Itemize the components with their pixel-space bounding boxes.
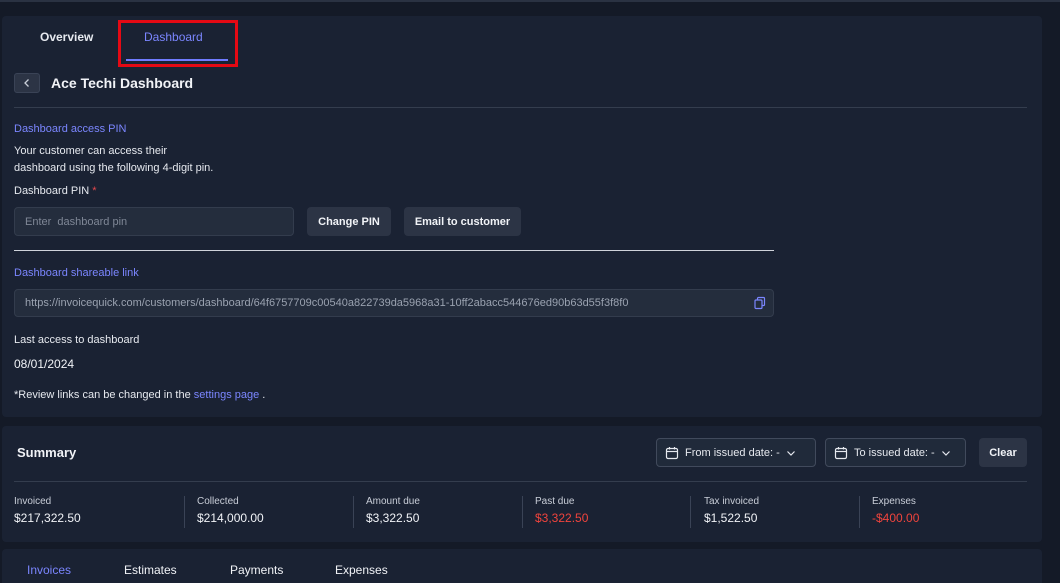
email-to-customer-button[interactable]: Email to customer (404, 207, 521, 236)
dashboard-pin-input[interactable] (14, 207, 294, 236)
note-prefix: *Review links can be changed in the (14, 389, 194, 401)
required-mark: * (92, 185, 97, 197)
copy-icon[interactable] (753, 296, 767, 310)
page-title: Ace Techi Dashboard (51, 75, 194, 91)
pin-field-label: Dashboard PIN * (14, 185, 97, 197)
clear-button[interactable]: Clear (979, 438, 1027, 467)
stat-label: Invoiced (14, 496, 52, 507)
stat-amount-due: Amount due $3,322.50 (366, 496, 526, 525)
stat-invoiced: Invoiced $217,322.50 (14, 496, 174, 525)
top-border (0, 0, 1060, 2)
stat-label: Collected (197, 496, 239, 507)
stat-expenses: Expenses -$400.00 (872, 496, 1032, 525)
stat-value: $3,322.50 (366, 511, 420, 525)
stat-label: Past due (535, 496, 575, 507)
tab-expenses[interactable]: Expenses (335, 563, 388, 577)
change-pin-button[interactable]: Change PIN (307, 207, 391, 236)
tab-invoices[interactable]: Invoices (27, 563, 71, 577)
chevron-down-icon (786, 450, 795, 456)
stat-label: Amount due (366, 496, 420, 507)
header-divider (14, 107, 1027, 108)
last-access-label: Last access to dashboard (14, 334, 140, 346)
tab-overview[interactable]: Overview (40, 30, 93, 44)
pin-divider (14, 250, 774, 251)
chevron-left-icon (24, 79, 29, 87)
pin-description-line1: Your customer can access their (14, 145, 168, 157)
pin-description-line2: dashboard using the following 4-digit pi… (14, 162, 214, 174)
link-section-heading: Dashboard shareable link (14, 267, 139, 279)
stat-tax-invoiced: Tax invoiced $1,522.50 (704, 496, 864, 525)
calendar-icon (665, 446, 679, 459)
tab-estimates[interactable]: Estimates (124, 563, 177, 577)
pin-field-label-text: Dashboard PIN (14, 185, 90, 197)
summary-title: Summary (17, 445, 77, 460)
pin-section-heading: Dashboard access PIN (14, 123, 127, 135)
stat-value: -$400.00 (872, 511, 920, 525)
last-access-date: 08/01/2024 (14, 357, 75, 371)
stat-separator (184, 496, 185, 528)
records-tabs-card: Invoices Estimates Payments Expenses (2, 549, 1042, 583)
stat-separator (859, 496, 860, 528)
settings-page-link[interactable]: settings page (194, 389, 259, 401)
stat-value: $217,322.50 (14, 511, 81, 525)
tab-payments[interactable]: Payments (230, 563, 283, 577)
stat-value: $3,322.50 (535, 511, 589, 525)
shareable-link-field[interactable]: https://invoicequick.com/customers/dashb… (14, 289, 774, 317)
stat-separator (690, 496, 691, 528)
stat-collected: Collected $214,000.00 (197, 496, 357, 525)
to-issued-date-filter[interactable]: To issued date: - (825, 438, 966, 467)
shareable-link-url: https://invoicequick.com/customers/dashb… (25, 297, 629, 309)
dashboard-card: Overview Dashboard Ace Techi Dashboard D… (2, 16, 1042, 417)
summary-divider (14, 481, 1027, 482)
back-button[interactable] (14, 73, 40, 93)
highlight-box (118, 20, 238, 67)
from-filter-label: From issued date: - (685, 446, 780, 459)
stat-separator (522, 496, 523, 528)
stat-label: Expenses (872, 496, 916, 507)
note-suffix: . (259, 389, 266, 401)
from-issued-date-filter[interactable]: From issued date: - (656, 438, 816, 467)
calendar-icon (834, 446, 848, 459)
stat-value: $214,000.00 (197, 511, 264, 525)
stat-label: Tax invoiced (704, 496, 760, 507)
stat-past-due: Past due $3,322.50 (535, 496, 695, 525)
chevron-down-icon (941, 450, 950, 456)
summary-card: Summary From issued date: - To issued da… (2, 426, 1042, 542)
stat-value: $1,522.50 (704, 511, 758, 525)
to-filter-label: To issued date: - (854, 446, 935, 459)
review-links-note: *Review links can be changed in the sett… (14, 389, 265, 401)
stat-separator (353, 496, 354, 528)
